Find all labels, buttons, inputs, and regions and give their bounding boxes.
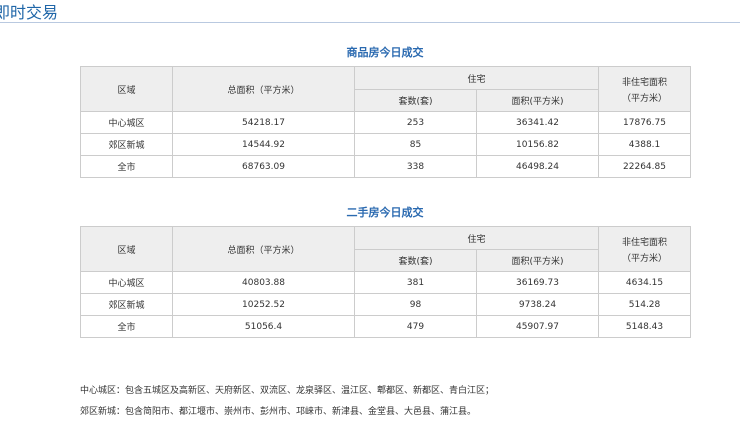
- col-header-non-residential: 非住宅面积 （平方米）: [598, 226, 692, 272]
- cell-units: 381: [354, 271, 477, 294]
- page-title: 即时交易: [0, 3, 59, 22]
- cell-units: 98: [354, 293, 477, 316]
- cell-region: 中心城区: [80, 271, 173, 294]
- cell-region: 郊区新城: [80, 133, 173, 156]
- cell-area: 45907.97: [475, 315, 600, 338]
- col-header-area: 面积(平方米): [475, 89, 600, 112]
- cell-units: 479: [354, 315, 477, 338]
- col-header-residential: 住宅: [353, 66, 600, 90]
- cell-non-residential: 4634.15: [598, 271, 692, 294]
- new-homes-title: 商品房今日成交: [346, 46, 424, 59]
- cell-area: 36341.42: [475, 111, 600, 134]
- table-row: 中心城区 40803.88 381 36169.73 4634.15: [80, 271, 692, 294]
- cell-region: 全市: [80, 155, 173, 178]
- cell-area: 46498.24: [475, 155, 600, 178]
- cell-non-residential: 514.28: [598, 293, 692, 316]
- table-row: 郊区新城 14544.92 85 10156.82 4388.1: [80, 133, 692, 156]
- col-header-residential: 住宅: [353, 226, 600, 250]
- cell-total-area: 10252.52: [172, 293, 355, 316]
- cell-region: 中心城区: [80, 111, 173, 134]
- cell-non-residential: 22264.85: [598, 155, 692, 178]
- cell-units: 253: [354, 111, 477, 134]
- col-header-units: 套数(套): [354, 89, 477, 112]
- cell-total-area: 54218.17: [172, 111, 355, 134]
- col-header-non-residential-line1: 非住宅面积: [622, 77, 668, 88]
- col-header-area: 面积(平方米): [475, 249, 600, 272]
- cell-non-residential: 17876.75: [598, 111, 692, 134]
- cell-total-area: 14544.92: [172, 133, 355, 156]
- note-suburban-district: 郊区新城：包含简阳市、都江堰市、崇州市、彭州市、邛崃市、新津县、金堂县、大邑县、…: [80, 407, 477, 417]
- new-homes-table: 区域 总面积（平方米） 住宅 非住宅面积 （平方米） 套数(套) 面积(平方米)…: [80, 66, 692, 178]
- cell-area: 10156.82: [475, 133, 600, 156]
- cell-total-area: 51056.4: [172, 315, 355, 338]
- col-header-total-area: 总面积（平方米）: [172, 66, 355, 112]
- col-header-region: 区域: [80, 66, 173, 112]
- cell-total-area: 68763.09: [172, 155, 355, 178]
- col-header-non-residential: 非住宅面积 （平方米）: [598, 66, 692, 112]
- cell-area: 36169.73: [475, 271, 600, 294]
- cell-units: 85: [354, 133, 477, 156]
- note-central-district: 中心城区：包含五城区及高新区、天府新区、双流区、龙泉驿区、温江区、郫都区、新都区…: [80, 386, 495, 396]
- table-row: 郊区新城 10252.52 98 9738.24 514.28: [80, 293, 692, 316]
- cell-area: 9738.24: [475, 293, 600, 316]
- second-hand-table: 区域 总面积（平方米） 住宅 非住宅面积 （平方米） 套数(套) 面积(平方米)…: [80, 226, 692, 338]
- table-row: 中心城区 54218.17 253 36341.42 17876.75: [80, 111, 692, 134]
- col-header-non-residential-line2: （平方米）: [622, 253, 668, 264]
- col-header-total-area: 总面积（平方米）: [172, 226, 355, 272]
- col-header-region: 区域: [80, 226, 173, 272]
- col-header-non-residential-line1: 非住宅面积: [622, 237, 668, 248]
- cell-total-area: 40803.88: [172, 271, 355, 294]
- col-header-units: 套数(套): [354, 249, 477, 272]
- cell-non-residential: 4388.1: [598, 133, 692, 156]
- cell-units: 338: [354, 155, 477, 178]
- cell-non-residential: 5148.43: [598, 315, 692, 338]
- second-hand-title: 二手房今日成交: [346, 206, 424, 219]
- table-row: 全市 51056.4 479 45907.97 5148.43: [80, 315, 692, 338]
- col-header-non-residential-line2: （平方米）: [622, 93, 668, 104]
- cell-region: 郊区新城: [80, 293, 173, 316]
- page-header: 即时交易: [0, 0, 740, 23]
- cell-region: 全市: [80, 315, 173, 338]
- table-row: 全市 68763.09 338 46498.24 22264.85: [80, 155, 692, 178]
